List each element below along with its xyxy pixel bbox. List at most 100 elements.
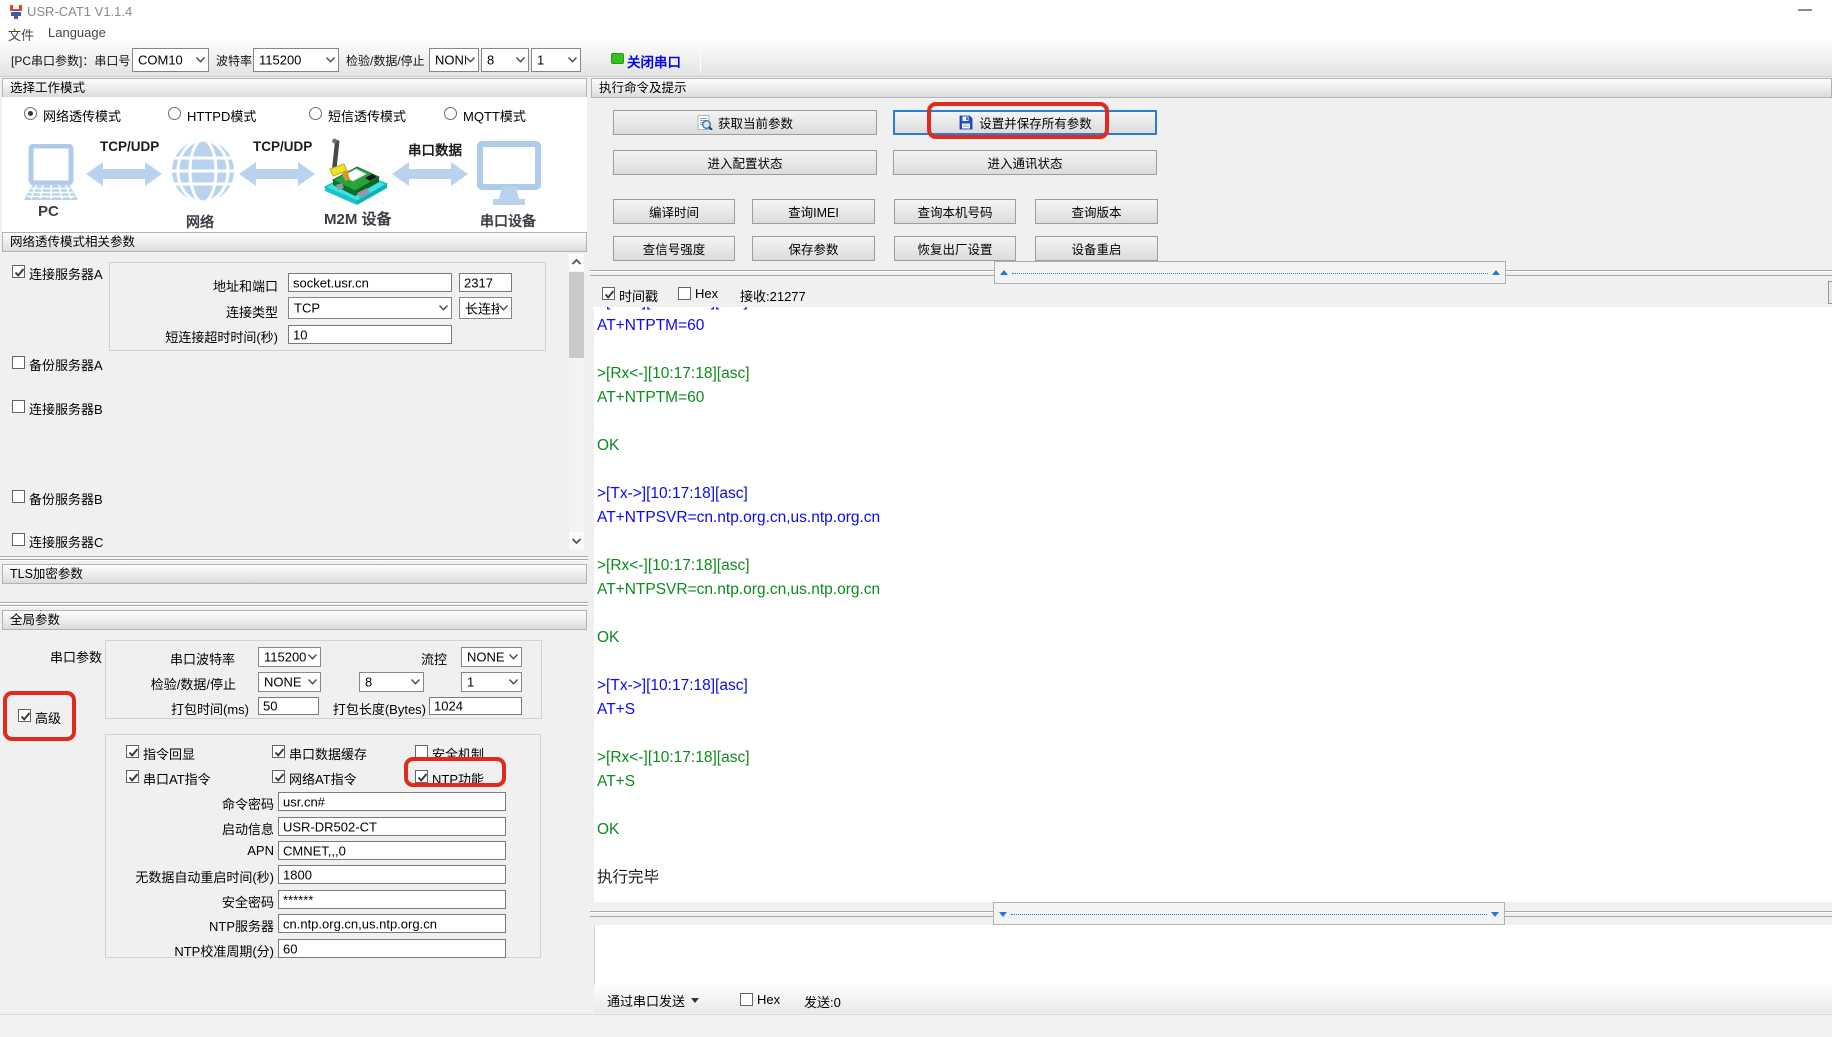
small-command-button-1[interactable]: 查询IMEI bbox=[752, 199, 875, 224]
left-scrollbar[interactable] bbox=[569, 254, 584, 551]
close-port-button[interactable]: 关闭串口 bbox=[627, 51, 681, 71]
field-label-3: 无数据自动重启时间(秒) bbox=[106, 867, 274, 886]
check-icon bbox=[19, 710, 32, 723]
field-input-0-value: usr.cn# bbox=[283, 794, 325, 809]
baud-rate-select[interactable]: 115200 bbox=[253, 48, 339, 72]
field-input-2[interactable]: CMNET,,,0 bbox=[278, 841, 506, 860]
chevron-down-icon bbox=[568, 57, 577, 63]
data-bits-select[interactable]: 8 bbox=[481, 48, 529, 72]
log-line: AT+NTPTM=60 bbox=[597, 314, 1832, 338]
port-open-indicator bbox=[611, 53, 624, 64]
command-button-1[interactable]: 设置并保存所有参数 bbox=[893, 110, 1157, 135]
hex-recv-checkbox[interactable] bbox=[678, 287, 691, 300]
diagram-node-label-1: 网络 bbox=[186, 212, 214, 232]
mode-radio-0[interactable] bbox=[24, 107, 37, 120]
command-button-label: 设置并保存所有参数 bbox=[979, 113, 1092, 132]
option-checkbox-1-label: 串口数据缓存 bbox=[289, 744, 367, 763]
app-window: USR-CAT1 V1.1.4 文件Language [PC串口参数]：串口号 … bbox=[0, 0, 1832, 1037]
collapse-arrow-icon bbox=[1000, 270, 1008, 275]
command-button-2[interactable]: 进入配置状态 bbox=[613, 150, 877, 175]
server-checkbox-0[interactable] bbox=[12, 356, 25, 369]
scroll-down-button[interactable] bbox=[569, 532, 584, 549]
field-input-0[interactable]: usr.cn# bbox=[278, 792, 506, 811]
server-address-input[interactable]: socket.usr.cn bbox=[288, 273, 452, 292]
field-input-3[interactable]: 1800 bbox=[278, 865, 506, 884]
field-input-6[interactable]: 60 bbox=[278, 939, 506, 958]
radio-dot bbox=[28, 111, 33, 116]
field-input-5[interactable]: cn.ntp.org.cn,us.ntp.org.cn bbox=[278, 914, 506, 933]
send-input[interactable] bbox=[594, 925, 1832, 985]
serial-params-box: 串口波特率115200流控NONE检验/数据/停止NONE81打包时间(ms)5… bbox=[105, 640, 542, 719]
small-command-button-6[interactable]: 恢复出厂设置 bbox=[894, 236, 1016, 261]
scrollbar-thumb[interactable] bbox=[569, 272, 584, 358]
log-scrollbar[interactable] bbox=[1828, 281, 1832, 304]
timestamp-checkbox[interactable] bbox=[602, 287, 615, 300]
option-checkbox-0[interactable] bbox=[126, 745, 139, 758]
network-globe-icon bbox=[170, 138, 236, 204]
log-output[interactable]: >[Tx->][10:17:18][asc] AT+NTPTM=60 >[Rx<-]… bbox=[594, 307, 1832, 902]
mode-radio-label-3: MQTT模式 bbox=[463, 106, 526, 125]
advanced-checkbox[interactable] bbox=[18, 709, 31, 722]
option-checkbox-4[interactable] bbox=[272, 770, 285, 783]
scroll-up-button[interactable] bbox=[569, 254, 584, 271]
double-arrow-icon bbox=[239, 161, 315, 187]
timestamp-checkbox-label: 时间戳 bbox=[619, 286, 658, 305]
option-checkbox-3[interactable] bbox=[126, 770, 139, 783]
timeout-input[interactable]: 10 bbox=[288, 325, 452, 344]
parity-label: 检验/数据/停止 bbox=[346, 52, 425, 69]
g-packlen-input[interactable]: 1024 bbox=[429, 697, 522, 715]
send-dropdown-caret-icon[interactable] bbox=[691, 998, 699, 1003]
menu-item-language[interactable]: Language bbox=[48, 25, 106, 40]
option-checkbox-5[interactable] bbox=[415, 770, 428, 783]
hex-send-checkbox[interactable] bbox=[740, 993, 753, 1006]
server-port-input[interactable]: 2317 bbox=[459, 273, 512, 292]
field-input-4[interactable]: ****** bbox=[278, 890, 506, 909]
option-checkbox-3-label: 串口AT指令 bbox=[143, 769, 211, 788]
log-line bbox=[597, 650, 1832, 674]
g-parity-select[interactable]: NONE bbox=[258, 672, 321, 692]
option-checkbox-2[interactable] bbox=[415, 745, 428, 758]
minimize-button[interactable] bbox=[1798, 9, 1812, 11]
small-command-button-2[interactable]: 查询本机号码 bbox=[894, 199, 1016, 224]
splitter-collapse-bar-top[interactable] bbox=[994, 261, 1506, 284]
small-command-button-0[interactable]: 编译时间 bbox=[613, 199, 735, 224]
log-line: >[Tx->][10:17:18][asc] bbox=[597, 674, 1832, 698]
small-command-button-4[interactable]: 查信号强度 bbox=[613, 236, 735, 261]
timeout-label: 短连接超时时间(秒) bbox=[110, 327, 278, 346]
server-checkbox-2[interactable] bbox=[12, 490, 25, 503]
server-a-checkbox[interactable] bbox=[12, 265, 25, 278]
small-command-button-3[interactable]: 查询版本 bbox=[1035, 199, 1158, 224]
com-port-select[interactable]: COM10 bbox=[132, 48, 209, 72]
send-via-serial-button[interactable]: 通过串口发送 bbox=[607, 991, 685, 1010]
chevron-down-icon bbox=[308, 679, 317, 685]
server-checkbox-1[interactable] bbox=[12, 400, 25, 413]
g-flow-select[interactable]: NONE bbox=[461, 647, 522, 667]
mode-radio-1[interactable] bbox=[168, 107, 181, 120]
command-button-0[interactable]: 获取当前参数 bbox=[613, 110, 877, 135]
check-icon bbox=[127, 771, 140, 784]
command-button-3[interactable]: 进入通讯状态 bbox=[893, 150, 1157, 175]
field-input-1[interactable]: USR-DR502-CT bbox=[278, 817, 506, 836]
hex-send-checkbox-label: Hex bbox=[757, 992, 780, 1007]
diagram-link-label-1: TCP/UDP bbox=[253, 139, 312, 154]
keepalive-select[interactable]: 长连接 bbox=[459, 297, 512, 319]
menu-bar: 文件Language bbox=[0, 24, 1832, 41]
parity-select[interactable]: NONI bbox=[429, 48, 479, 72]
check-icon bbox=[273, 771, 286, 784]
field-label-1: 启动信息 bbox=[106, 819, 274, 838]
work-mode-panel: 网络透传模式HTTPD模式短信透传模式MQTT模式 PC网络M2M 设备串口设备… bbox=[2, 97, 587, 232]
mode-radio-3[interactable] bbox=[444, 107, 457, 120]
g-stopbits-select[interactable]: 1 bbox=[461, 672, 522, 692]
stop-bits-select[interactable]: 1 bbox=[531, 48, 581, 72]
splitter-collapse-bar-bottom[interactable] bbox=[993, 902, 1505, 925]
status-bar bbox=[0, 1014, 1832, 1037]
diagram-node-label-3: 串口设备 bbox=[480, 211, 536, 231]
g-databits-select[interactable]: 8 bbox=[359, 672, 424, 692]
option-checkbox-1[interactable] bbox=[272, 745, 285, 758]
server-checkbox-3[interactable] bbox=[12, 533, 25, 546]
small-command-button-7[interactable]: 设备重启 bbox=[1035, 236, 1158, 261]
small-command-button-5[interactable]: 保存参数 bbox=[752, 236, 875, 261]
log-line: >[Rx<-][10:17:18][asc] bbox=[597, 362, 1832, 386]
mode-radio-2[interactable] bbox=[309, 107, 322, 120]
conn-type-select[interactable]: TCP bbox=[288, 297, 452, 319]
